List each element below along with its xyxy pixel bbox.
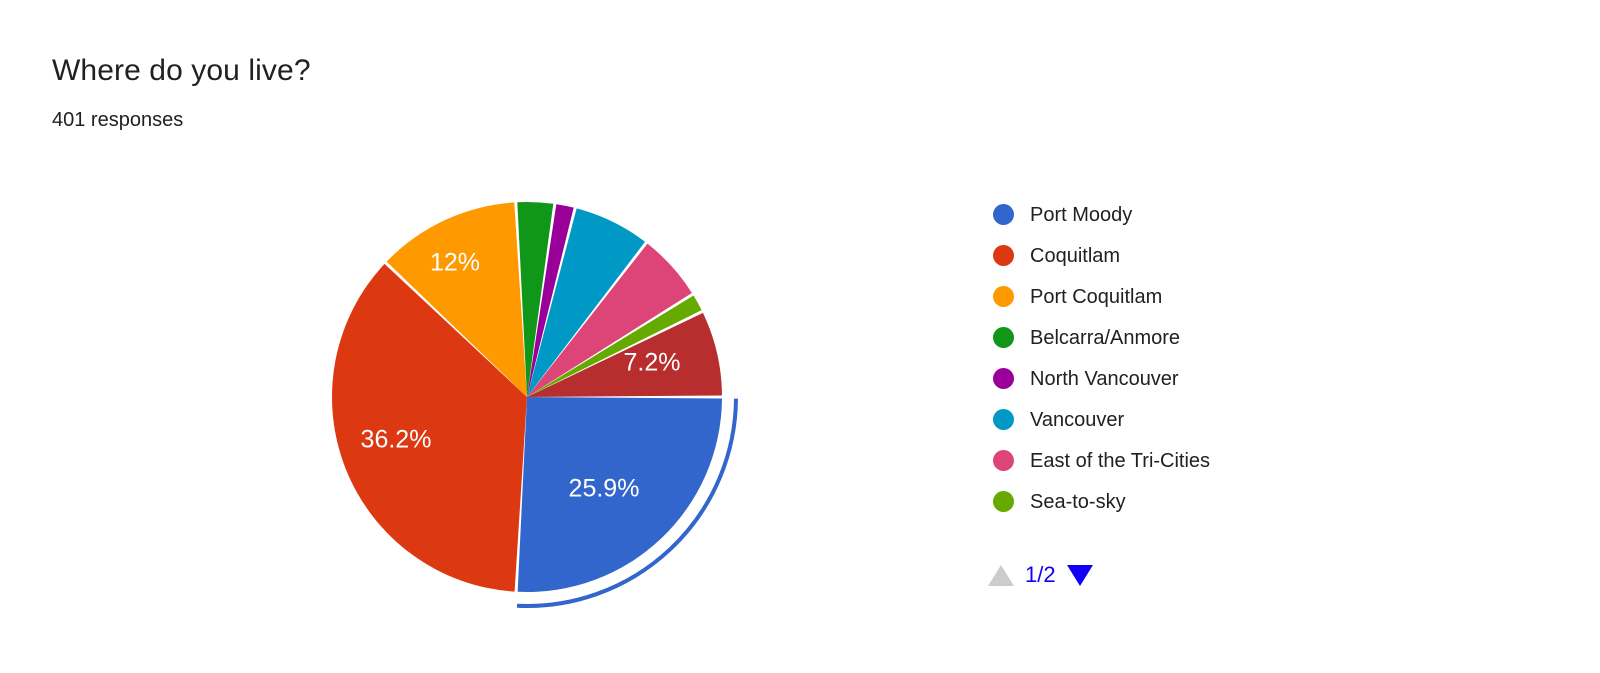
legend-item-label: Sea-to-sky	[1030, 490, 1126, 513]
legend-page-label: 1/2	[1025, 562, 1056, 587]
pie-slice-label: 7.2%	[624, 349, 681, 377]
legend-swatch-icon	[993, 450, 1014, 471]
legend-item[interactable]: Belcarra/Anmore	[993, 317, 1413, 358]
legend-item-label: Port Moody	[1030, 203, 1133, 226]
legend-item[interactable]: East of the Tri-Cities	[993, 440, 1413, 481]
legend-swatch-icon	[993, 368, 1014, 389]
legend-item-label: Belcarra/Anmore	[1030, 326, 1181, 349]
pie-slice-label: 12%	[430, 249, 480, 277]
legend-item[interactable]: Vancouver	[993, 399, 1413, 440]
legend-item[interactable]: Coquitlam	[993, 235, 1413, 276]
legend-item[interactable]: Sea-to-sky	[993, 481, 1413, 522]
legend-swatch-icon	[993, 327, 1014, 348]
response-count: 401 responses	[52, 109, 184, 131]
legend-page-up-icon[interactable]	[988, 564, 1014, 586]
legend-item[interactable]: Port Moody	[993, 194, 1413, 235]
legend-swatch-icon	[993, 491, 1014, 512]
legend-item[interactable]: Port Coquitlam	[993, 276, 1413, 317]
legend-item-label: Port Coquitlam	[1030, 285, 1163, 308]
legend-pager[interactable]: 1/2	[988, 558, 1093, 592]
pie-slice-label: 36.2%	[361, 426, 432, 454]
legend-swatch-icon	[993, 286, 1014, 307]
legend-item-label: Coquitlam	[1030, 244, 1121, 267]
legend-item-label: East of the Tri-Cities	[1030, 449, 1211, 472]
legend-swatch-icon	[993, 409, 1014, 430]
legend-page-down-icon[interactable]	[1066, 564, 1093, 586]
pie-chart-svg[interactable]: 25.9% 36.2% 12% 7.2%	[0, 150, 1000, 650]
legend: Port Moody Coquitlam Port Coquitlam Belcarr…	[993, 194, 1413, 522]
legend-swatch-icon	[993, 245, 1014, 266]
legend-swatch-icon	[993, 204, 1014, 225]
legend-item-label: North Vancouver	[1030, 367, 1179, 390]
page-title: Where do you live?	[52, 54, 311, 87]
legend-item[interactable]: North Vancouver	[993, 358, 1413, 399]
legend-item-label: Vancouver	[1030, 408, 1125, 431]
chart-page: Where do you live? 401 responses 25.9% 36…	[0, 0, 1600, 673]
pie-slice-label: 25.9%	[569, 475, 640, 503]
